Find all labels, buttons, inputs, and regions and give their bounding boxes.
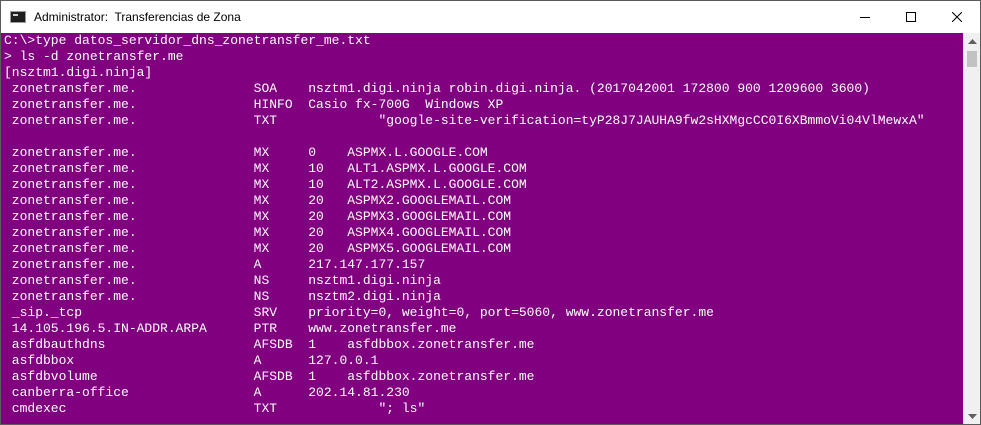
close-button[interactable] — [934, 1, 980, 33]
console-line: asfdbvolume AFSDB 1 asfdbbox.zonetransfe… — [4, 369, 535, 384]
close-icon — [952, 12, 962, 22]
console-line: asfdbbox A 127.0.0.1 — [4, 353, 379, 368]
console-line: 14.105.196.5.IN-ADDR.ARPA PTR www.zonetr… — [4, 321, 457, 336]
console-line: zonetransfer.me. A 217.147.177.157 — [4, 257, 426, 272]
command-prompt-icon[interactable] — [10, 11, 26, 23]
console-line: zonetransfer.me. MX 20 ASPMX4.GOOGLEMAIL… — [4, 225, 512, 240]
console-line: zonetransfer.me. MX 10 ALT1.ASPMX.L.GOOG… — [4, 161, 527, 176]
console-line: zonetransfer.me. SOA nsztm1.digi.ninja r… — [4, 81, 870, 96]
console-line: zonetransfer.me. NS nsztm1.digi.ninja — [4, 273, 441, 288]
console-line: > ls -d zonetransfer.me — [4, 49, 184, 64]
title-bar[interactable]: Administrator: Transferencias de Zona — [1, 1, 980, 33]
console-line: zonetransfer.me. NS nsztm2.digi.ninja — [4, 289, 441, 304]
minimize-icon — [860, 17, 870, 18]
console-output[interactable]: C:\>type datos_servidor_dns_zonetransfer… — [1, 33, 963, 424]
console-line: [nsztm1.digi.ninja] — [4, 65, 153, 80]
scroll-up-button[interactable] — [964, 33, 980, 50]
console-line: zonetransfer.me. MX 10 ALT2.ASPMX.L.GOOG… — [4, 177, 527, 192]
console-line: cmdexec TXT "; ls" — [4, 401, 426, 416]
console-line: zonetransfer.me. MX 0 ASPMX.L.GOOGLE.COM — [4, 145, 488, 160]
minimize-button[interactable] — [842, 1, 888, 33]
console-line: zonetransfer.me. MX 20 ASPMX5.GOOGLEMAIL… — [4, 241, 512, 256]
vertical-scrollbar[interactable] — [963, 33, 980, 424]
console-line: zonetransfer.me. MX 20 ASPMX3.GOOGLEMAIL… — [4, 209, 512, 224]
scroll-down-arrow-icon — [968, 413, 977, 419]
scroll-down-button[interactable] — [964, 408, 980, 424]
console-line: C:\>type datos_servidor_dns_zonetransfer… — [4, 33, 371, 48]
scroll-up-arrow-icon — [968, 38, 977, 44]
window-title: Administrator: Transferencias de Zona — [34, 10, 241, 24]
scrollbar-thumb[interactable] — [967, 51, 977, 67]
maximize-icon — [906, 12, 916, 22]
console-line: asfdbauthdns AFSDB 1 asfdbbox.zonetransf… — [4, 337, 535, 352]
console-window: Administrator: Transferencias de Zona C:… — [0, 0, 981, 425]
maximize-button[interactable] — [888, 1, 934, 33]
console-line: zonetransfer.me. MX 20 ASPMX2.GOOGLEMAIL… — [4, 193, 512, 208]
console-line: zonetransfer.me. HINFO Casio fx-700G Win… — [4, 97, 504, 112]
console-line: canberra-office A 202.14.81.230 — [4, 385, 410, 400]
console-line: zonetransfer.me. TXT "google-site-verifi… — [4, 113, 925, 128]
window-controls — [842, 1, 980, 33]
console-line: _sip._tcp SRV priority=0, weight=0, port… — [4, 305, 714, 320]
